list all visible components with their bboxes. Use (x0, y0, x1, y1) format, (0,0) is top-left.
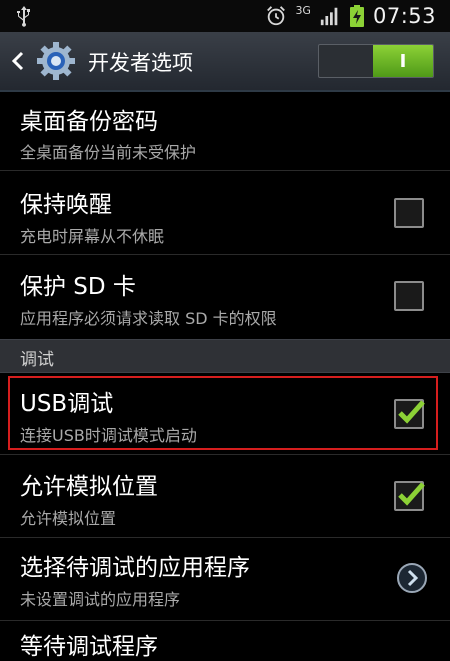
row-subtitle: 全桌面备份当前未受保护 (20, 143, 197, 162)
back-icon[interactable] (10, 50, 26, 72)
section-label: 调试 (20, 350, 54, 370)
row-title: 允许模拟位置 (20, 474, 158, 500)
network-type: 3G (295, 3, 311, 17)
row-subtitle: 连接USB时调试模式启动 (20, 426, 197, 445)
developer-options-toggle[interactable]: I (318, 44, 434, 78)
checkmark-icon (398, 400, 425, 424)
list-item-select-debug-app[interactable]: 选择待调试的应用程序 未设置调试的应用程序 (0, 538, 450, 621)
list-item-wait-for-debugger[interactable]: 等待调试程序 (0, 621, 450, 661)
row-title: 桌面备份密码 (20, 109, 158, 135)
list-item-desktop-backup-password[interactable]: 桌面备份密码 全桌面备份当前未受保护 (0, 92, 450, 171)
row-title: 保持唤醒 (20, 192, 112, 218)
usb-icon (17, 6, 30, 27)
checkmark-icon (398, 482, 425, 506)
alarm-icon (267, 6, 286, 26)
list-item-protect-sd-card[interactable]: 保护 SD 卡 应用程序必须请求读取 SD 卡的权限 (0, 255, 450, 340)
status-bar: 3G 07:53 (0, 0, 450, 32)
list-item-allow-mock-locations[interactable]: 允许模拟位置 允许模拟位置 (0, 455, 450, 538)
row-subtitle: 未设置调试的应用程序 (20, 590, 181, 609)
stay-awake-checkbox[interactable] (394, 198, 424, 228)
signal-icon (320, 7, 338, 26)
action-bar: 开发者选项 I (0, 32, 450, 92)
row-title: 保护 SD 卡 (20, 274, 136, 300)
status-icons: 3G 07:53 (265, 0, 436, 32)
mock-location-checkbox[interactable] (394, 481, 425, 511)
row-subtitle: 应用程序必须请求读取 SD 卡的权限 (20, 309, 277, 328)
battery-charging-icon (349, 5, 364, 27)
protect-sd-checkbox[interactable] (394, 281, 424, 311)
list-item-stay-awake[interactable]: 保持唤醒 充电时屏幕从不休眠 (0, 171, 450, 255)
row-title: USB调试 (20, 391, 114, 417)
chevron-right-icon[interactable] (397, 563, 427, 593)
settings-gear-icon (37, 42, 75, 80)
usb-debugging-checkbox[interactable] (394, 399, 425, 429)
page-title: 开发者选项 (88, 51, 193, 75)
section-header-debugging: 调试 (0, 339, 450, 373)
row-subtitle: 充电时屏幕从不休眠 (20, 227, 165, 246)
row-subtitle: 允许模拟位置 (20, 509, 117, 528)
row-title: 等待调试程序 (20, 634, 158, 660)
clock: 07:53 (372, 4, 436, 28)
list-item-usb-debugging[interactable]: USB调试 连接USB时调试模式启动 (0, 372, 450, 455)
row-title: 选择待调试的应用程序 (20, 555, 250, 581)
toggle-on-state: I (373, 45, 433, 77)
